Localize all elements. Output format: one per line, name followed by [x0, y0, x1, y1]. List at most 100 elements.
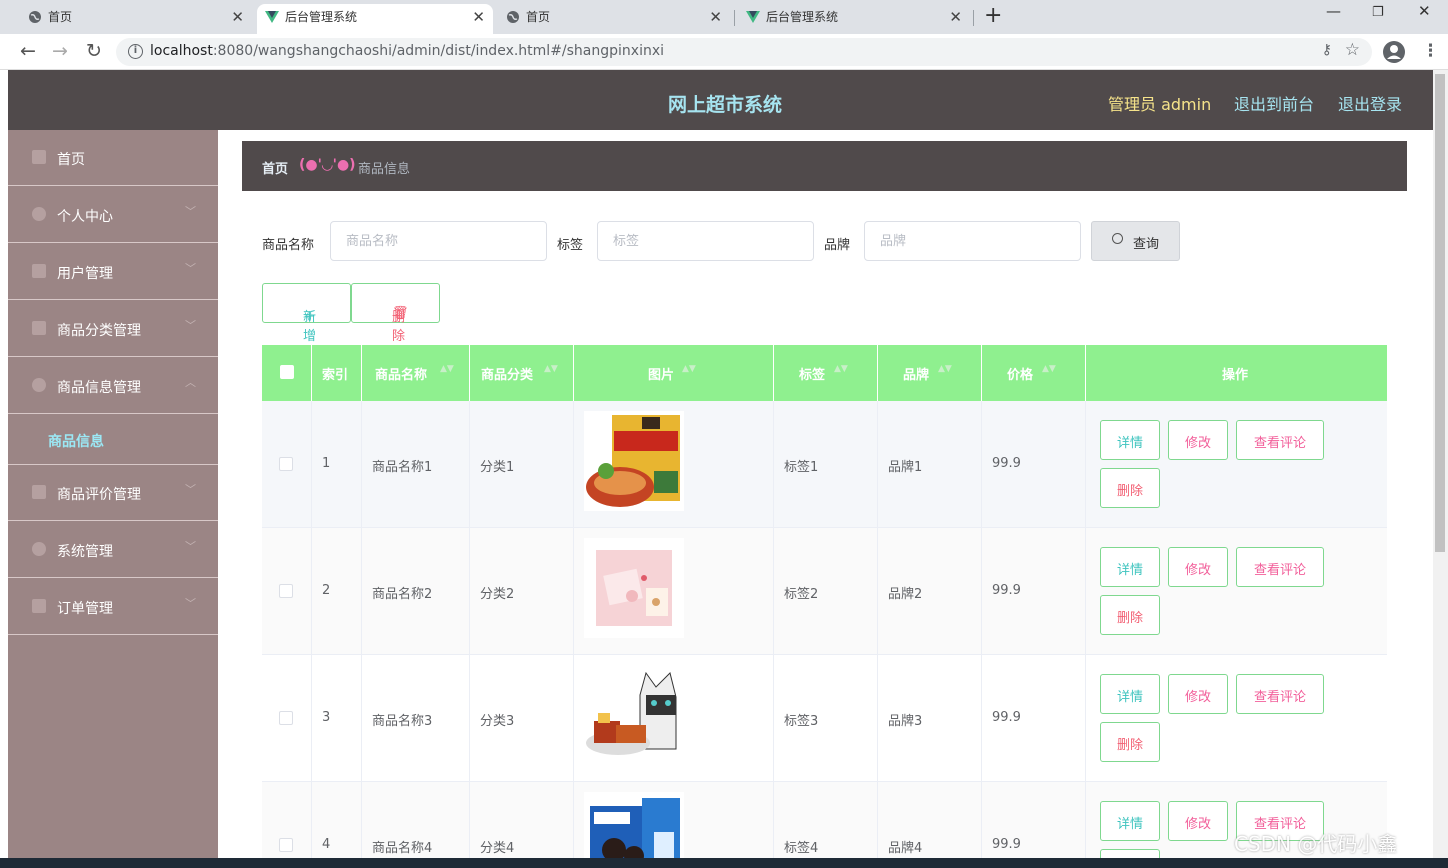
cell-value: 99.9: [992, 837, 1021, 852]
app-title: 网上超市系统: [668, 94, 783, 116]
breadcrumb-home[interactable]: 首页: [262, 158, 288, 177]
product-image[interactable]: [584, 665, 684, 765]
detail-button[interactable]: 详情: [1100, 674, 1160, 714]
detail-button[interactable]: 详情: [1100, 420, 1160, 460]
cell-value: 标签2: [784, 587, 819, 602]
sort-icon[interactable]: ▲▼: [544, 364, 558, 374]
close-icon[interactable]: ✕: [709, 4, 722, 30]
sidebar: 首页 个人中心 ﹀ 用户管理 ﹀ 商品分类管理 ﹀ 商品信息管理 ︿ 商品信息 …: [8, 130, 218, 868]
row-checkbox[interactable]: [279, 584, 293, 598]
sidebar-item-users[interactable]: 用户管理 ﹀: [8, 244, 218, 300]
button-label: 删除: [1116, 611, 1143, 626]
header-image[interactable]: 图片 ▲▼: [574, 345, 774, 401]
brand-input[interactable]: [864, 221, 1081, 261]
home-icon: [32, 150, 46, 164]
delete-button[interactable]: 删除: [1100, 722, 1160, 762]
sidebar-item-reviews[interactable]: 商品评价管理 ﹀: [8, 465, 218, 521]
minimize-icon[interactable]: —: [1326, 2, 1341, 20]
close-icon[interactable]: ✕: [231, 4, 244, 30]
browser-tab[interactable]: 首页 ✕: [20, 4, 252, 34]
back-icon[interactable]: ←: [20, 40, 36, 62]
new-tab-icon[interactable]: +: [984, 3, 1002, 28]
row-checkbox[interactable]: [279, 711, 293, 725]
detail-button[interactable]: 详情: [1100, 547, 1160, 587]
key-icon[interactable]: ⚷: [1322, 42, 1332, 58]
sort-icon[interactable]: ▲▼: [834, 364, 848, 374]
product-image[interactable]: [584, 538, 684, 638]
admin-label: 管理员 admin: [1108, 95, 1212, 114]
edit-button[interactable]: 修改: [1168, 547, 1228, 587]
browser-tab-active[interactable]: 后台管理系统 ✕: [257, 4, 493, 34]
header-category[interactable]: 商品分类 ▲▼: [470, 345, 574, 401]
name-input[interactable]: [330, 221, 547, 261]
more-icon[interactable]: ⋮: [1422, 41, 1439, 61]
sidebar-item-product-info[interactable]: 商品信息管理 ︿: [8, 358, 218, 414]
view-comments-button[interactable]: 查看评论: [1236, 547, 1324, 587]
forward-icon[interactable]: →: [52, 40, 68, 62]
table-row: 4 商品名称4 分类4 标签4 品牌4 99.9 详情 修改 查看评论: [262, 782, 1387, 868]
menu-icon: [32, 321, 46, 335]
header-tag[interactable]: 标签 ▲▼: [774, 345, 878, 401]
setting-icon: [32, 378, 46, 392]
sort-icon[interactable]: ▲▼: [682, 364, 696, 374]
sidebar-item-profile[interactable]: 个人中心 ﹀: [8, 187, 218, 243]
header-label: 索引: [322, 368, 349, 383]
select-all-checkbox[interactable]: [280, 365, 294, 379]
view-comments-button[interactable]: 查看评论: [1236, 420, 1324, 460]
sidebar-item-home[interactable]: 首页: [8, 130, 218, 186]
folder-icon: [32, 264, 46, 278]
table-row: 2 商品名称2 分类2 标签2 品牌2 99.9 详情 修改 查看评论 删除: [262, 528, 1387, 655]
close-icon[interactable]: ✕: [949, 4, 962, 30]
add-button[interactable]: ＋ 新增: [262, 283, 351, 344]
name-cell: 商品名称1: [362, 401, 470, 528]
url-field[interactable]: i localhost:8080/wangshangchaoshi/admin/…: [116, 38, 1372, 66]
price-cell: 99.9: [982, 782, 1086, 868]
delete-button[interactable]: 删除: [1100, 595, 1160, 635]
edit-button[interactable]: 修改: [1168, 801, 1228, 841]
cell-value: 标签3: [784, 714, 819, 729]
sidebar-item-orders[interactable]: 订单管理 ﹀: [8, 579, 218, 635]
restore-icon[interactable]: ❐: [1372, 5, 1384, 20]
vertical-scrollbar[interactable]: [1433, 70, 1448, 868]
star-icon[interactable]: ☆: [1345, 40, 1360, 60]
tab-divider: [734, 10, 735, 26]
delete-button[interactable]: 删除: [1100, 468, 1160, 508]
back-to-front-link[interactable]: 退出到前台: [1234, 91, 1314, 115]
batch-delete-button[interactable]: 🗑 删除: [351, 283, 440, 344]
cell-value: 99.9: [992, 710, 1021, 725]
header-brand[interactable]: 品牌 ▲▼: [878, 345, 982, 401]
scrollbar-thumb[interactable]: [1435, 74, 1445, 552]
close-icon[interactable]: ✕: [472, 4, 485, 30]
sidebar-subitem-label: 商品信息: [48, 434, 104, 450]
chevron-down-icon: ﹀: [185, 483, 196, 496]
sort-icon[interactable]: ▲▼: [440, 364, 454, 374]
header-price[interactable]: 价格 ▲▼: [982, 345, 1086, 401]
sidebar-item-system[interactable]: 系统管理 ﹀: [8, 522, 218, 578]
edit-button[interactable]: 修改: [1168, 420, 1228, 460]
info-icon[interactable]: i: [128, 44, 143, 59]
sidebar-subitem-product[interactable]: 商品信息: [8, 415, 218, 465]
sidebar-item-category[interactable]: 商品分类管理 ﹀: [8, 301, 218, 357]
row-checkbox[interactable]: [279, 838, 293, 852]
logout-link[interactable]: 退出登录: [1338, 91, 1402, 115]
header-name[interactable]: 商品名称 ▲▼: [362, 345, 470, 401]
sort-icon[interactable]: ▲▼: [1042, 364, 1056, 374]
reload-icon[interactable]: ↻: [86, 40, 102, 62]
query-button[interactable]: 查询: [1091, 221, 1180, 261]
header-label: 价格: [1007, 368, 1034, 383]
close-window-icon[interactable]: ✕: [1418, 2, 1431, 20]
product-image[interactable]: [584, 411, 684, 511]
browser-tab[interactable]: 后台管理系统 ✕: [738, 4, 970, 34]
tag-input[interactable]: [597, 221, 814, 261]
row-checkbox[interactable]: [279, 457, 293, 471]
name-cell: 商品名称2: [362, 528, 470, 655]
sort-icon[interactable]: ▲▼: [938, 364, 952, 374]
view-comments-button[interactable]: 查看评论: [1236, 674, 1324, 714]
button-label: 修改: [1184, 690, 1211, 705]
edit-button[interactable]: 修改: [1168, 674, 1228, 714]
cell-value: 99.9: [992, 583, 1021, 598]
product-image[interactable]: [584, 792, 684, 868]
browser-tab[interactable]: 首页 ✕: [498, 4, 730, 34]
profile-icon[interactable]: [1383, 41, 1405, 63]
detail-button[interactable]: 详情: [1100, 801, 1160, 841]
